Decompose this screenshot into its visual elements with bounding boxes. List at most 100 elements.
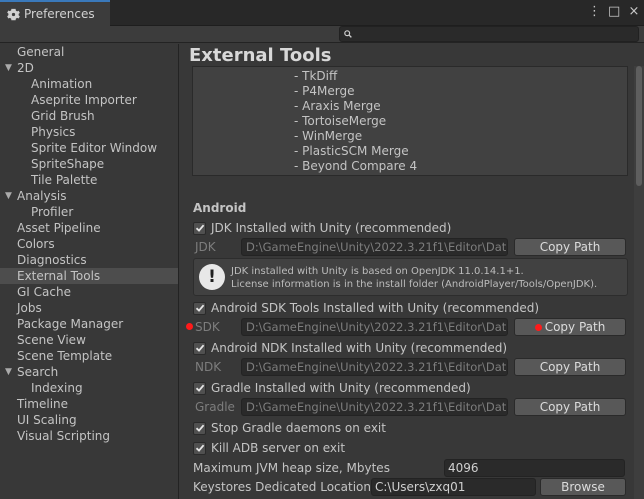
expand-arrow-icon[interactable]: ▼ xyxy=(5,60,12,76)
sidebar-item-visual-scripting[interactable]: Visual Scripting xyxy=(0,428,178,444)
list-item: - WinMerge xyxy=(294,129,363,143)
jvm-heap-field[interactable]: 4096 xyxy=(444,459,625,477)
list-item: - TkDiff xyxy=(294,69,338,83)
close-icon[interactable]: × xyxy=(628,4,640,20)
sidebar-item-asset-pipeline[interactable]: Asset Pipeline xyxy=(0,220,178,236)
sidebar-item-label: Physics xyxy=(31,125,76,139)
ndk-checkbox-label: Android NDK Installed with Unity (recomm… xyxy=(211,341,508,355)
marker-dot xyxy=(186,323,193,330)
sidebar-item-colors[interactable]: Colors xyxy=(0,236,178,252)
sidebar-item-general[interactable]: General xyxy=(0,44,178,60)
gradle-label: Gradle xyxy=(195,400,235,414)
sidebar-item-label: GI Cache xyxy=(17,285,71,299)
list-item: - PlasticSCM Merge xyxy=(294,144,409,158)
gradle-checkbox-label: Gradle Installed with Unity (recommended… xyxy=(211,381,471,395)
sidebar-item-label: Package Manager xyxy=(17,317,124,331)
ndk-copy-path-button[interactable]: Copy Path xyxy=(514,358,626,376)
jdk-checkbox-label: JDK Installed with Unity (recommended) xyxy=(211,221,452,235)
android-section-label: Android xyxy=(193,201,247,215)
sidebar-item-label: Sprite Editor Window xyxy=(31,141,158,155)
jdk-label: JDK xyxy=(195,240,216,254)
ndk-label: NDK xyxy=(195,360,222,374)
sidebar-item-external-tools[interactable]: External Tools xyxy=(0,268,178,284)
expand-arrow-icon[interactable]: ▼ xyxy=(5,364,12,380)
window-titlebar: Preferences ⋮ □ × xyxy=(0,0,644,26)
kill-adb-row[interactable]: Kill ADB server on exit xyxy=(193,439,345,457)
jdk-checkbox[interactable] xyxy=(193,221,206,235)
list-item: - Araxis Merge xyxy=(294,99,381,113)
search-box[interactable] xyxy=(339,26,639,42)
gradle-checkbox-row[interactable]: Gradle Installed with Unity (recommended… xyxy=(193,379,471,397)
sidebar-item-sprite-editor-window[interactable]: Sprite Editor Window xyxy=(0,140,178,156)
sidebar-item-jobs[interactable]: Jobs xyxy=(0,300,178,316)
sidebar-item-timeline[interactable]: Timeline xyxy=(0,396,178,412)
more-options-icon[interactable]: ⋮ xyxy=(588,4,601,20)
sdk-checkbox[interactable] xyxy=(193,301,206,315)
gradle-path-field: D:\GameEngine\Unity\2022.3.21f1\Editor\D… xyxy=(241,398,508,416)
kill-adb-label: Kill ADB server on exit xyxy=(211,441,346,455)
sidebar-item-grid-brush[interactable]: Grid Brush xyxy=(0,108,178,124)
diff-tools-list: - TkDiff - P4Merge - Araxis Merge - Tort… xyxy=(192,66,628,176)
info-icon: ! xyxy=(199,264,225,290)
sidebar-item-label: Indexing xyxy=(31,381,83,395)
sidebar-item-label: Scene Template xyxy=(17,349,113,363)
sidebar-item-spriteshape[interactable]: SpriteShape xyxy=(0,156,178,172)
tab-preferences[interactable]: Preferences xyxy=(0,0,110,26)
sidebar-item-diagnostics[interactable]: Diagnostics xyxy=(0,252,178,268)
sidebar-item-scene-view[interactable]: Scene View xyxy=(0,332,178,348)
sidebar-item-label: Jobs xyxy=(17,301,42,315)
sidebar-item-ui-scaling[interactable]: UI Scaling xyxy=(0,412,178,428)
sidebar-item-tile-palette[interactable]: Tile Palette xyxy=(0,172,178,188)
jdk-path-field: D:\GameEngine\Unity\2022.3.21f1\Editor\D… xyxy=(241,238,508,256)
sidebar-item-label: Colors xyxy=(17,237,55,251)
search-input[interactable] xyxy=(356,28,626,40)
sidebar-item-2d[interactable]: ▼ 2D xyxy=(0,60,178,76)
sidebar-item-label: External Tools xyxy=(17,269,101,283)
toolbar xyxy=(0,26,644,43)
sidebar-item-scene-template[interactable]: Scene Template xyxy=(0,348,178,364)
sidebar-item-gi-cache[interactable]: GI Cache xyxy=(0,284,178,300)
gradle-checkbox[interactable] xyxy=(193,381,206,395)
sdk-checkbox-label: Android SDK Tools Installed with Unity (… xyxy=(211,301,540,315)
sidebar-item-label: Diagnostics xyxy=(17,253,87,267)
sidebar-item-indexing[interactable]: Indexing xyxy=(0,380,178,396)
sidebar-item-search[interactable]: ▼ Search xyxy=(0,364,178,380)
ndk-checkbox-row[interactable]: Android NDK Installed with Unity (recomm… xyxy=(193,339,507,357)
stop-gradle-row[interactable]: Stop Gradle daemons on exit xyxy=(193,419,386,437)
sidebar-item-analysis[interactable]: ▼ Analysis xyxy=(0,188,178,204)
sdk-copy-path-button[interactable]: Copy Path xyxy=(514,318,626,336)
sidebar-item-label: Tile Palette xyxy=(31,173,98,187)
jdk-copy-path-button[interactable]: Copy Path xyxy=(514,238,626,256)
sdk-label: SDK xyxy=(195,320,220,334)
stop-gradle-checkbox[interactable] xyxy=(193,421,206,435)
sidebar-item-label: Search xyxy=(17,365,59,379)
sidebar-item-label: Visual Scripting xyxy=(17,429,110,443)
sidebar-item-profiler[interactable]: Profiler xyxy=(0,204,178,220)
sidebar-item-label: Aseprite Importer xyxy=(31,93,137,107)
list-item: - Beyond Compare 4 xyxy=(294,159,418,173)
ndk-path-field: D:\GameEngine\Unity\2022.3.21f1\Editor\D… xyxy=(241,358,508,376)
sidebar-item-physics[interactable]: Physics xyxy=(0,124,178,140)
sidebar-item-animation[interactable]: Animation xyxy=(0,76,178,92)
sidebar-item-label: Asset Pipeline xyxy=(17,221,101,235)
kill-adb-checkbox[interactable] xyxy=(193,441,206,455)
info-line-1: JDK installed with Unity is based on Ope… xyxy=(231,266,524,277)
jdk-checkbox-row[interactable]: JDK Installed with Unity (recommended) xyxy=(193,219,451,237)
vertical-scrollbar[interactable] xyxy=(634,66,644,499)
sidebar-item-package-manager[interactable]: Package Manager xyxy=(0,316,178,332)
sidebar-item-label: SpriteShape xyxy=(31,157,105,171)
maximize-icon[interactable]: □ xyxy=(608,4,620,20)
ndk-checkbox[interactable] xyxy=(193,341,206,355)
scrollbar-thumb[interactable] xyxy=(636,66,642,186)
browse-button[interactable]: Browse xyxy=(540,478,626,496)
gradle-copy-path-button[interactable]: Copy Path xyxy=(514,398,626,416)
sidebar-item-aseprite-importer[interactable]: Aseprite Importer xyxy=(0,92,178,108)
sidebar-item-label: Analysis xyxy=(17,189,67,203)
sdk-checkbox-row[interactable]: Android SDK Tools Installed with Unity (… xyxy=(193,299,539,317)
keystore-path-field[interactable]: C:\Users\zxq01 xyxy=(371,478,536,496)
info-line-2: License information is in the install fo… xyxy=(231,279,598,290)
sidebar-item-label: Grid Brush xyxy=(31,109,95,123)
jvm-heap-label: Maximum JVM heap size, Mbytes xyxy=(193,461,390,475)
stop-gradle-label: Stop Gradle daemons on exit xyxy=(211,421,386,435)
expand-arrow-icon[interactable]: ▼ xyxy=(5,188,12,204)
